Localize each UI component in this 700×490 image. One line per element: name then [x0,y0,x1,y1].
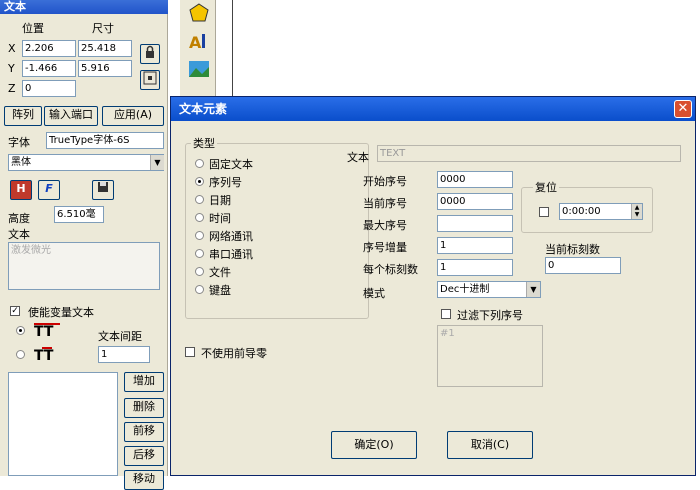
tab-array[interactable]: 阵列 [4,106,42,126]
y-label: Y [8,62,15,75]
delete-button[interactable]: 删除 [124,398,164,418]
text-tool-icon[interactable]: A [188,30,210,52]
text-element-dialog: 文本元素 ✕ 类型 固定文本 序列号 日期 时间 网络通讯 串口通讯 文件 键盘… [170,96,696,476]
lock-icon[interactable] [140,44,160,64]
x-position-input[interactable]: 2.206 [22,40,76,57]
type-group-label: 类型 [191,135,217,151]
move-down-button[interactable]: 后移 [124,446,164,466]
per-mark-input[interactable]: 1 [437,259,513,276]
svg-text:A: A [189,33,202,52]
current-number-input[interactable]: 0000 [437,193,513,210]
type-radio-fixed[interactable] [195,159,204,168]
vertical-toolbar: A [180,0,216,96]
text-spacing-label: 文本间距 [98,330,142,343]
apply-button[interactable]: 应用(A) [102,106,164,126]
type-radio-serial-port[interactable] [195,249,204,258]
mode-dropdown-arrow-icon[interactable]: ▼ [526,282,540,297]
canvas-ruler [232,0,233,96]
type-option-label: 串口通讯 [209,248,253,261]
dialog-title: 文本元素 [171,97,695,121]
current-number-label: 当前序号 [363,197,407,210]
move-up-button[interactable]: 前移 [124,422,164,442]
z-position-input[interactable]: 0 [22,80,76,97]
type-option-label: 日期 [209,194,231,207]
current-marks-input[interactable]: 0 [545,257,621,274]
text-spacing-icon: TT [32,322,62,340]
y-size-input[interactable]: 5.916 [78,60,132,77]
enable-variable-checkbox[interactable]: ✓ [10,306,20,316]
size-label: 尺寸 [92,22,114,35]
current-marks-label: 当前标刻数 [545,243,600,256]
type-option-label: 时间 [209,212,231,225]
filter-list: #1 [437,325,543,387]
type-radio-serial[interactable] [195,177,204,186]
save-icon[interactable] [92,180,114,200]
type-radio-time[interactable] [195,213,204,222]
move-button[interactable]: 移动 [124,470,164,490]
type-option-label: 文件 [209,266,231,279]
tab-input-port[interactable]: 输入端口 [44,106,98,126]
no-leading-zero-label: 不使用前导零 [201,347,267,360]
font-dropdown-arrow-icon[interactable]: ▼ [150,155,164,170]
cancel-button[interactable]: 取消(C) [447,431,533,459]
font-name-select[interactable]: 黑体 [8,154,164,171]
type-option-label: 网络通讯 [209,230,253,243]
reset-checkbox[interactable] [539,207,549,217]
spacing-mode-radio-2[interactable] [16,350,25,359]
y-position-input[interactable]: -1.466 [22,60,76,77]
polygon-tool-icon[interactable] [188,2,210,24]
start-number-input[interactable]: 0000 [437,171,513,188]
mode-label: 模式 [363,287,385,300]
hollow-text-icon[interactable]: H [10,180,32,200]
font-icon[interactable]: F [38,180,60,200]
start-number-label: 开始序号 [363,175,407,188]
text-field-label: 文本 [347,151,369,164]
variable-list[interactable] [8,372,118,476]
char-spacing-icon: TT [32,346,62,364]
filter-checkbox[interactable] [441,309,451,319]
reset-group-label: 复位 [533,179,559,195]
enable-variable-label: 使能变量文本 [28,306,94,319]
text-spacing-input[interactable]: 1 [98,346,150,363]
text-content-area[interactable]: 激发微光 [8,242,160,290]
x-size-input[interactable]: 25.418 [78,40,132,57]
close-icon[interactable]: ✕ [674,100,692,118]
no-leading-zero-checkbox[interactable] [185,347,195,357]
center-icon[interactable] [140,70,160,90]
max-number-input[interactable] [437,215,513,232]
type-radio-keyboard[interactable] [195,285,204,294]
svg-text:TT: TT [34,324,54,338]
time-spinner-icon[interactable]: ▲ ▼ [631,204,642,219]
increment-input[interactable]: 1 [437,237,513,254]
height-input[interactable]: 6.510毫 [54,206,104,223]
bitmap-tool-icon[interactable] [188,58,210,80]
spacing-mode-radio-1[interactable] [16,326,25,335]
panel-title: 文本 [0,0,168,14]
svg-text:TT: TT [34,348,54,362]
type-option-label: 键盘 [209,284,231,297]
font-type-select[interactable]: TrueType字体-6S [46,132,164,149]
type-option-label: 序列号 [209,176,242,189]
increment-label: 序号增量 [363,241,407,254]
max-number-label: 最大序号 [363,219,407,232]
type-radio-date[interactable] [195,195,204,204]
add-button[interactable]: 增加 [124,372,164,392]
height-label: 高度 [8,212,30,225]
type-radio-file[interactable] [195,267,204,276]
type-option-label: 固定文本 [209,158,253,171]
text-value-field: TEXT [377,145,681,162]
ok-button[interactable]: 确定(O) [331,431,417,459]
type-radio-network[interactable] [195,231,204,240]
filter-label: 过滤下列序号 [457,309,523,322]
properties-panel: 文本 位置 尺寸 X 2.206 25.418 Y -1.466 5.916 Z… [0,0,168,490]
x-label: X [8,42,16,55]
font-label: 字体 [8,136,30,149]
z-label: Z [8,82,16,95]
position-label: 位置 [22,22,44,35]
text-label: 文本 [8,228,30,241]
per-mark-label: 每个标刻数 [363,263,418,276]
